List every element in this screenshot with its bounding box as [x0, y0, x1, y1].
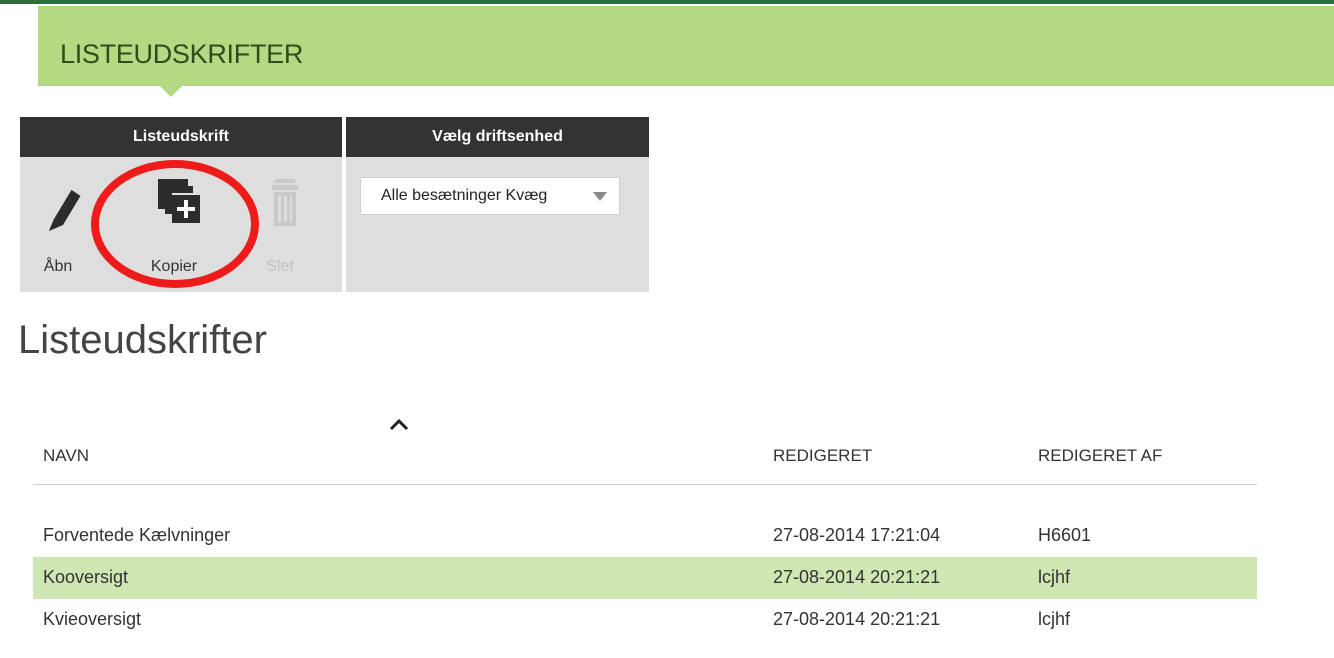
row-edited-by: lcjhf	[1038, 609, 1071, 629]
pencil-icon	[49, 188, 82, 231]
sort-ascending-icon[interactable]	[388, 418, 410, 432]
row-edited: 27-08-2014 20:21:21	[773, 567, 941, 587]
row-edited: 27-08-2014 17:21:04	[773, 525, 941, 545]
header-notch	[160, 86, 182, 97]
column-header-redigeret-af[interactable]: REDIGERET AF	[1038, 446, 1162, 466]
header-bar: LISTEUDSKRIFTER	[38, 6, 1334, 86]
unit-selector-title: Vælg driftsenhed	[346, 117, 649, 157]
table-row-selected[interactable]: Kooversigt 27-08-2014 20:21:21 lcjhf	[33, 557, 1257, 599]
dropdown-arrow-icon	[593, 192, 607, 201]
toolbar-title: Listeudskrift	[20, 117, 342, 157]
table-header: NAVN REDIGERET REDIGERET AF	[33, 440, 1257, 485]
trash-icon	[272, 179, 298, 226]
row-name: Forventede Kælvninger	[43, 525, 231, 545]
page-title: Listeudskrifter	[18, 318, 267, 362]
row-name: Kooversigt	[43, 567, 129, 587]
unit-select[interactable]: Alle besætninger Kvæg	[360, 177, 620, 215]
header-title: LISTEUDSKRIFTER	[60, 39, 304, 69]
row-name: Kvieoversigt	[43, 609, 142, 629]
row-edited-by: lcjhf	[1038, 567, 1071, 587]
row-edited: 27-08-2014 20:21:21	[773, 609, 941, 629]
unit-selector-panel: Vælg driftsenhed Alle besætninger Kvæg	[346, 117, 649, 292]
copy-label: Kopier	[150, 258, 198, 275]
unit-select-value: Alle besætninger Kvæg	[381, 187, 548, 204]
column-header-navn[interactable]: NAVN	[43, 446, 89, 466]
table-row[interactable]: Forventede Kælvninger 27-08-2014 17:21:0…	[33, 515, 1257, 557]
table-row[interactable]: Kvieoversigt 27-08-2014 20:21:21 lcjhf	[33, 599, 1257, 641]
copy-plus-icon	[158, 179, 200, 223]
delete-label: Slet	[266, 258, 294, 275]
listeudskrift-toolbar: Listeudskrift Åbn Kopier Slet	[20, 117, 342, 292]
open-label: Åbn	[43, 258, 73, 275]
top-accent-line	[0, 0, 1334, 4]
row-edited-by: H6601	[1038, 525, 1092, 545]
column-header-redigeret[interactable]: REDIGERET	[773, 446, 872, 466]
